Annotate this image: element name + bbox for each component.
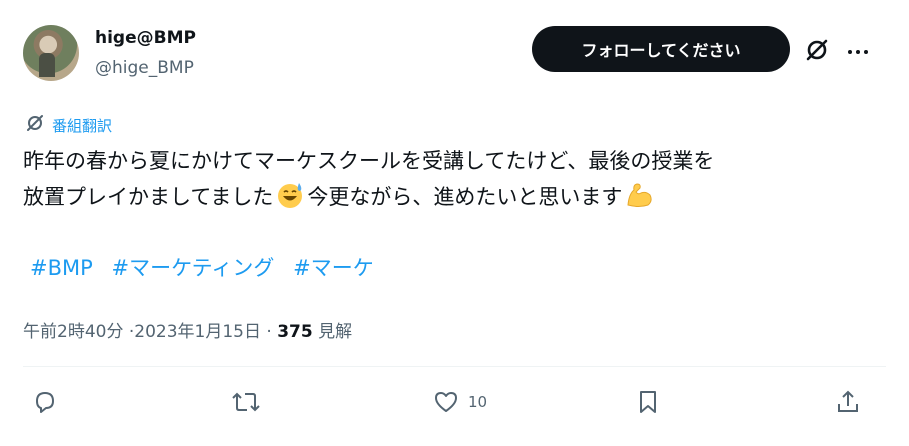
hashtag-marke[interactable]: #マーケ <box>293 256 374 280</box>
more-icon[interactable] <box>846 43 870 55</box>
tweet-text: 昨年の春から夏にかけてマーケスクールを受講してたけど、最後の授業を 放置プレイか… <box>23 143 893 215</box>
handle[interactable]: @hige_BMP <box>95 58 194 78</box>
hashtag-bmp[interactable]: #BMP <box>30 256 93 280</box>
display-name[interactable]: hige@BMP <box>95 28 196 48</box>
like-icon <box>435 392 457 412</box>
bookmark-button[interactable] <box>634 388 662 416</box>
divider <box>23 366 886 367</box>
translate-link[interactable]: 番組翻訳 <box>25 113 112 137</box>
bookmark-icon <box>640 391 656 413</box>
share-icon <box>838 390 858 412</box>
hashtags: #BMP #マーケティング #マーケ <box>30 252 386 282</box>
views-label: 見解 <box>312 322 353 342</box>
retweet-button[interactable] <box>230 388 262 416</box>
follow-button[interactable]: フォローしてください <box>532 26 790 72</box>
tweet-meta: 午前2時40分 ·2023年1月15日 · 375 見解 <box>23 317 352 342</box>
tweet-line-2: 放置プレイかましてました 今更ながら、進めたいと思います <box>23 179 893 215</box>
share-button[interactable] <box>834 388 862 416</box>
reply-icon <box>36 392 54 413</box>
like-button[interactable]: 10 <box>432 388 487 416</box>
sweat-smile-emoji <box>278 183 303 208</box>
grok-icon[interactable] <box>804 37 830 63</box>
reply-button[interactable] <box>31 388 59 416</box>
tweet-line-1: 昨年の春から夏にかけてマーケスクールを受講してたけど、最後の授業を <box>23 149 715 173</box>
translate-icon <box>25 113 45 137</box>
views-count: 375 <box>277 322 313 342</box>
like-count: 10 <box>468 393 488 411</box>
avatar[interactable] <box>23 25 79 81</box>
hashtag-marketing[interactable]: #マーケティング <box>111 256 274 280</box>
translate-label: 番組翻訳 <box>52 116 113 135</box>
timestamp[interactable]: 午前2時40分 ·2023年1月15日 · <box>23 322 277 342</box>
retweet-icon <box>232 392 260 412</box>
flexed-biceps-emoji <box>627 183 652 207</box>
